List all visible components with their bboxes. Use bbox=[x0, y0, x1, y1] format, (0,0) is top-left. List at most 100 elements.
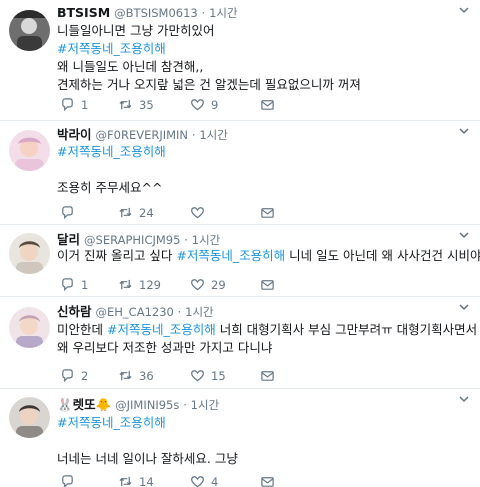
chevron-down-icon[interactable] bbox=[458, 393, 470, 405]
heart-icon bbox=[191, 207, 204, 219]
tweet-header: 박라이 @F0REVERJIMIN · 1시간 bbox=[57, 126, 228, 144]
tweet-line: 니네 일도 아닌데 왜 사사건건 시비야 bbox=[285, 248, 480, 263]
reply-button[interactable]: 2 bbox=[60, 368, 88, 384]
avatar[interactable] bbox=[9, 10, 50, 51]
like-button[interactable]: 4 bbox=[190, 474, 218, 487]
timestamp[interactable]: 1시간 bbox=[209, 6, 237, 20]
tweet: 🐰렛또🐥 @JIMINI95s · 1시간 #저쪽동네_조용히해 너네는 너네 일… bbox=[0, 389, 480, 487]
separator-dot: · bbox=[201, 6, 206, 20]
tweet-text: 이거 진짜 올리고 싶다 #저쪽동네_조용히해 니네 일도 아닌데 왜 사사건건… bbox=[57, 247, 480, 265]
hashtag-link[interactable]: #저쪽동네_조용히해 bbox=[57, 41, 166, 56]
tweet-header: BTSISM @BTSISM0613 · 1시간 bbox=[57, 4, 238, 22]
timestamp[interactable]: 1시간 bbox=[191, 398, 219, 412]
retweet-icon bbox=[119, 370, 132, 381]
tweet-line: 견제하는 거나 오지랖 넓은 건 알겠는데 필요없으니까 꺼져 bbox=[57, 77, 361, 92]
tweet-line: 너희 대형기획사 부심 그만부려ㅠ 대형기획사면서 bbox=[215, 322, 478, 337]
like-button[interactable] bbox=[190, 205, 211, 221]
chevron-down-icon[interactable] bbox=[458, 301, 470, 313]
avatar[interactable] bbox=[9, 307, 50, 348]
tweet-line: 조용히 주무세요^^ bbox=[57, 180, 163, 195]
heart-icon bbox=[191, 370, 204, 382]
share-button[interactable] bbox=[260, 97, 281, 113]
separator-dot: · bbox=[191, 128, 196, 142]
chevron-down-icon[interactable] bbox=[458, 4, 470, 16]
tweet-line: 미안한데 bbox=[57, 322, 107, 337]
reply-count: 2 bbox=[81, 369, 89, 383]
like-count: 15 bbox=[211, 369, 226, 383]
like-button[interactable]: 15 bbox=[190, 368, 226, 384]
display-name[interactable]: 🐰렛또🐥 bbox=[57, 397, 111, 412]
envelope-icon bbox=[261, 477, 274, 487]
separator-dot: · bbox=[177, 305, 182, 319]
reply-icon bbox=[62, 278, 73, 292]
like-count: 4 bbox=[211, 475, 219, 487]
chevron-down-icon[interactable] bbox=[458, 125, 470, 137]
envelope-icon bbox=[261, 100, 274, 110]
hashtag-link[interactable]: #저쪽동네_조용히해 bbox=[57, 144, 166, 159]
tweet-line: 왜 니들일도 아닌데 참견해,, bbox=[57, 59, 204, 74]
tweet-line: 니들일아니면 그냥 가만히있어 bbox=[57, 23, 215, 38]
retweet-button[interactable]: 14 bbox=[118, 474, 154, 487]
share-button[interactable] bbox=[260, 368, 281, 384]
tweet-header: 🐰렛또🐥 @JIMINI95s · 1시간 bbox=[57, 396, 219, 414]
reply-button[interactable]: 1 bbox=[60, 97, 88, 113]
tweet-text: #저쪽동네_조용히해 조용히 주무세요^^ bbox=[57, 143, 472, 197]
retweet-count: 129 bbox=[139, 278, 161, 292]
tweet-line: 이거 진짜 올리고 싶다 bbox=[57, 248, 177, 263]
like-button[interactable]: 29 bbox=[190, 277, 226, 293]
retweet-icon bbox=[119, 99, 132, 110]
display-name[interactable]: 박라이 bbox=[57, 127, 92, 142]
envelope-icon bbox=[261, 208, 274, 218]
user-handle[interactable]: @F0REVERJIMIN bbox=[96, 128, 189, 142]
hashtag-link[interactable]: #저쪽동네_조용히해 bbox=[57, 415, 166, 430]
tweet-line: 너네는 너네 일이나 잘하세요. 그냥 bbox=[57, 451, 238, 466]
reply-button[interactable] bbox=[60, 205, 81, 221]
hashtag-link[interactable]: #저쪽동네_조용히해 bbox=[176, 248, 285, 263]
retweet-button[interactable]: 36 bbox=[118, 368, 154, 384]
reply-icon bbox=[62, 206, 73, 220]
user-handle[interactable]: @EH_CA1230 bbox=[96, 305, 174, 319]
heart-icon bbox=[191, 476, 204, 487]
retweet-button[interactable]: 129 bbox=[118, 277, 161, 293]
chevron-down-icon[interactable] bbox=[458, 229, 470, 241]
tweet: 신하람 @EH_CA1230 · 1시간 미안한데 #저쪽동네_조용히해 너희 대… bbox=[0, 297, 480, 389]
share-button[interactable] bbox=[260, 277, 281, 293]
envelope-icon bbox=[261, 371, 274, 381]
display-name[interactable]: 달리 bbox=[57, 232, 80, 247]
avatar[interactable] bbox=[9, 233, 50, 274]
retweet-button[interactable]: 24 bbox=[118, 205, 154, 221]
user-handle[interactable]: @JIMINI95s bbox=[115, 398, 179, 412]
avatar[interactable] bbox=[9, 397, 50, 438]
retweet-icon bbox=[119, 279, 132, 290]
reply-count: 1 bbox=[81, 278, 89, 292]
tweet-text: 미안한데 #저쪽동네_조용히해 너희 대형기획사 부심 그만부려ㅠ 대형기획사면… bbox=[57, 321, 477, 357]
display-name[interactable]: BTSISM bbox=[57, 5, 110, 20]
timestamp[interactable]: 1시간 bbox=[185, 305, 213, 319]
avatar[interactable] bbox=[9, 130, 50, 171]
user-handle[interactable]: @BTSISM0613 bbox=[114, 6, 198, 20]
retweet-count: 35 bbox=[139, 98, 154, 112]
like-button[interactable]: 9 bbox=[190, 97, 218, 113]
separator-dot: · bbox=[184, 233, 188, 247]
like-count: 29 bbox=[211, 278, 226, 292]
retweet-button[interactable]: 35 bbox=[118, 97, 154, 113]
reply-button[interactable] bbox=[60, 474, 81, 487]
like-count: 9 bbox=[211, 98, 219, 112]
share-button[interactable] bbox=[260, 474, 281, 487]
retweet-count: 36 bbox=[139, 369, 154, 383]
retweet-count: 14 bbox=[139, 475, 154, 487]
user-handle[interactable]: @SERAPHICJM95 bbox=[84, 233, 180, 247]
hashtag-link[interactable]: #저쪽동네_조용히해 bbox=[107, 322, 216, 337]
tweet-line bbox=[57, 432, 472, 450]
reply-button[interactable]: 1 bbox=[60, 277, 88, 293]
retweet-icon bbox=[119, 476, 132, 487]
timestamp[interactable]: 1시간 bbox=[199, 128, 227, 142]
display-name[interactable]: 신하람 bbox=[57, 304, 92, 319]
retweet-icon bbox=[119, 207, 132, 218]
tweet: BTSISM @BTSISM0613 · 1시간 니들일아니면 그냥 가만히있어 … bbox=[0, 0, 480, 121]
separator-dot: · bbox=[183, 398, 187, 412]
retweet-count: 24 bbox=[139, 206, 154, 220]
share-button[interactable] bbox=[260, 205, 281, 221]
timestamp[interactable]: 1시간 bbox=[192, 233, 220, 247]
tweet-line: 왜 우리보다 저조한 성과만 가지고 다니냐 bbox=[57, 340, 273, 355]
